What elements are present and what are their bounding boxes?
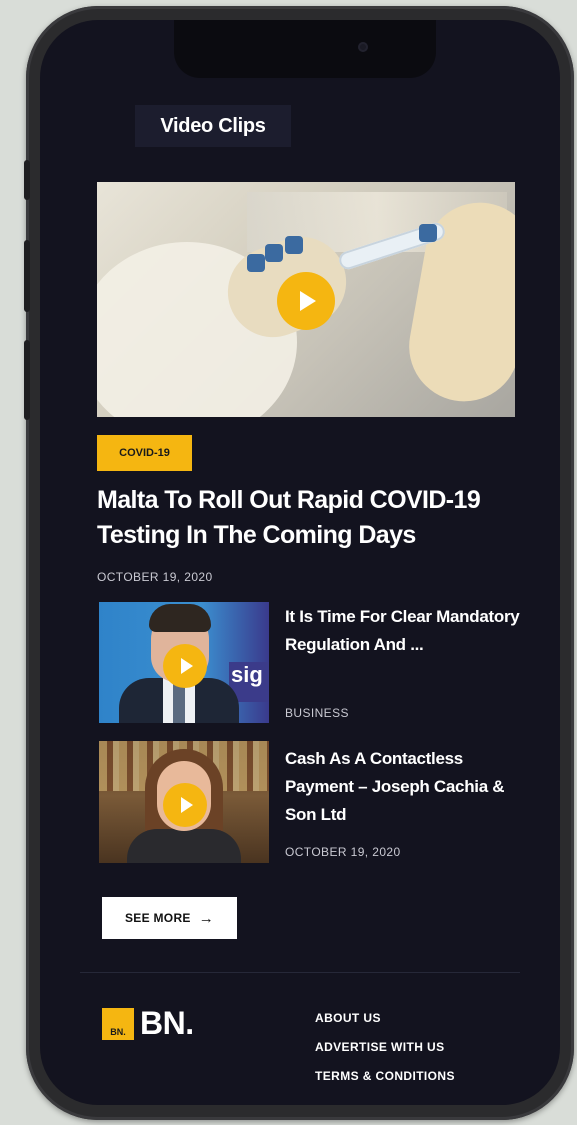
mute-switch — [24, 160, 30, 200]
see-more-button[interactable]: SEE MORE → — [102, 897, 237, 939]
item-thumbnail[interactable]: sig — [99, 602, 269, 723]
footer-links: ABOUT US ADVERTISE WITH US TERMS & CONDI… — [315, 1008, 455, 1095]
camera-icon — [358, 42, 368, 52]
body-shape — [127, 829, 241, 863]
vial-cap — [285, 236, 303, 254]
hair-shape — [149, 604, 211, 632]
item-date: OCTOBER 19, 2020 — [285, 845, 401, 859]
item-category[interactable]: BUSINESS — [285, 706, 349, 720]
footer-link-about[interactable]: ABOUT US — [315, 1008, 455, 1037]
category-badge[interactable]: COVID-19 — [97, 435, 192, 471]
footer-divider — [80, 972, 520, 973]
vial-cap — [247, 254, 265, 272]
featured-date: OCTOBER 19, 2020 — [97, 570, 213, 584]
featured-video-thumbnail[interactable] — [97, 182, 515, 417]
play-icon[interactable] — [277, 272, 335, 330]
volume-down-button — [24, 340, 30, 420]
play-icon[interactable] — [163, 783, 207, 827]
tie-shape — [173, 684, 185, 723]
site-logo[interactable]: BN. BN. — [102, 1005, 194, 1042]
logo-mark-icon: BN. — [102, 1007, 134, 1040]
tube-cap — [419, 224, 437, 242]
logo-text: BN. — [140, 1005, 194, 1041]
notch — [174, 20, 436, 78]
footer-link-terms[interactable]: TERMS & CONDITIONS — [315, 1066, 455, 1095]
see-more-label: SEE MORE — [124, 911, 191, 925]
phone-screen: Video Clips COVID-19 Malta To Roll Out R… — [40, 20, 560, 1105]
section-title: Video Clips — [135, 105, 291, 147]
footer-link-advertise[interactable]: ADVERTISE WITH US — [315, 1037, 455, 1066]
featured-headline[interactable]: Malta To Roll Out Rapid COVID-19 Testing… — [97, 483, 527, 553]
play-icon[interactable] — [163, 644, 207, 688]
volume-up-button — [24, 240, 30, 312]
arrow-right-icon: → — [198, 909, 215, 927]
item-title[interactable]: It Is Time For Clear Mandatory Regulatio… — [285, 603, 525, 659]
vial-cap — [265, 244, 283, 262]
item-title[interactable]: Cash As A Contactless Payment – Joseph C… — [285, 745, 525, 829]
item-thumbnail[interactable] — [99, 741, 269, 863]
